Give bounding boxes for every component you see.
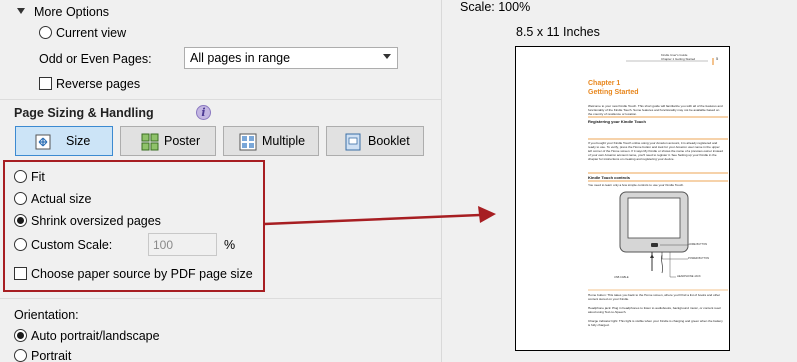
collapse-triangle-icon[interactable] [17,8,25,14]
fit-radio[interactable] [14,170,27,183]
doc-footer-home: Home button: This takes you back to the … [588,293,721,301]
callout-home-button: HOME BUTTON [688,243,708,246]
shrink-oversized-radio[interactable] [14,214,27,227]
doc-intro: Welcome to your new Kindle Touch. This s… [588,104,723,116]
custom-scale-label[interactable]: Custom Scale: [31,238,112,252]
actual-size-label[interactable]: Actual size [31,192,91,206]
size-button-label: Size [66,134,91,148]
doc-footer-headphone: Headphone jack: Plug in headphones to li… [588,306,721,314]
orientation-label: Orientation: [14,308,79,322]
booklet-button[interactable]: Booklet [326,126,424,156]
fit-label[interactable]: Fit [31,170,45,184]
doc-footer-charge: Charge indicator light: This light is vi… [588,319,723,327]
odd-even-value: All pages in range [190,51,291,65]
odd-even-label: Odd or Even Pages: [39,52,152,66]
callout-usb-cable: USB CABLE [614,276,629,279]
doc-header-sub: Chapter 1 Getting Started [661,57,696,61]
multiple-button-label: Multiple [262,134,306,148]
info-icon[interactable]: i [196,105,211,120]
odd-even-select[interactable]: All pages in range [184,47,398,69]
doc-chapter: Chapter 1 [588,80,621,87]
actual-size-radio[interactable] [14,192,27,205]
callout-power-button: POWER BUTTON [688,257,710,260]
doc-para-registering: If you bought your Kindle Touch online u… [588,141,723,161]
portrait-radio[interactable] [14,349,27,362]
doc-heading-registering: Registering your Kindle Touch [588,119,646,124]
current-view-label[interactable]: Current view [56,26,126,40]
doc-para-controls: You need to learn only a few simple cont… [588,183,684,187]
custom-scale-input[interactable]: 100 [148,233,217,256]
print-options-panel: More Options Current view Odd or Even Pa… [0,0,442,362]
current-view-radio[interactable] [39,26,52,39]
size-button[interactable]: Size [15,126,113,156]
section-divider [0,298,442,299]
more-options-label[interactable]: More Options [34,5,109,19]
booklet-icon [345,133,361,151]
doc-heading-controls: Kindle Touch controls [588,175,630,180]
reverse-pages-checkbox[interactable] [39,77,52,90]
custom-scale-value: 100 [153,238,174,252]
section-divider [0,99,442,100]
size-icon [35,134,51,150]
callout-headphone-jack: HEADPHONE JACK [677,275,701,278]
poster-icon [141,133,159,151]
multiple-icon [239,133,257,151]
booklet-button-label: Booklet [368,134,410,148]
doc-page-number: 5 [716,56,719,61]
paper-size-label: 8.5 x 11 Inches [516,25,600,39]
shrink-oversized-label[interactable]: Shrink oversized pages [31,214,161,228]
custom-scale-radio[interactable] [14,238,27,251]
chevron-down-icon [383,54,391,59]
percent-label: % [224,238,236,252]
scale-readout: Scale: 100% [460,0,531,14]
portrait-label[interactable]: Portrait [31,349,71,362]
auto-orientation-radio[interactable] [14,329,27,342]
doc-chapter-title: Getting Started [588,89,639,96]
poster-button[interactable]: Poster [120,126,216,156]
page-sizing-title: Page Sizing & Handling [14,106,154,120]
preview-page: Kindle User's Guide Chapter 1 Getting St… [515,46,730,351]
auto-orientation-label[interactable]: Auto portrait/landscape [31,329,160,343]
arrow-icon [263,206,496,226]
kindle-device-image [619,191,689,278]
paper-source-label[interactable]: Choose paper source by PDF page size [31,267,253,281]
paper-source-checkbox[interactable] [14,267,27,280]
multiple-button[interactable]: Multiple [223,126,319,156]
poster-button-label: Poster [164,134,201,148]
reverse-pages-label[interactable]: Reverse pages [56,77,140,91]
